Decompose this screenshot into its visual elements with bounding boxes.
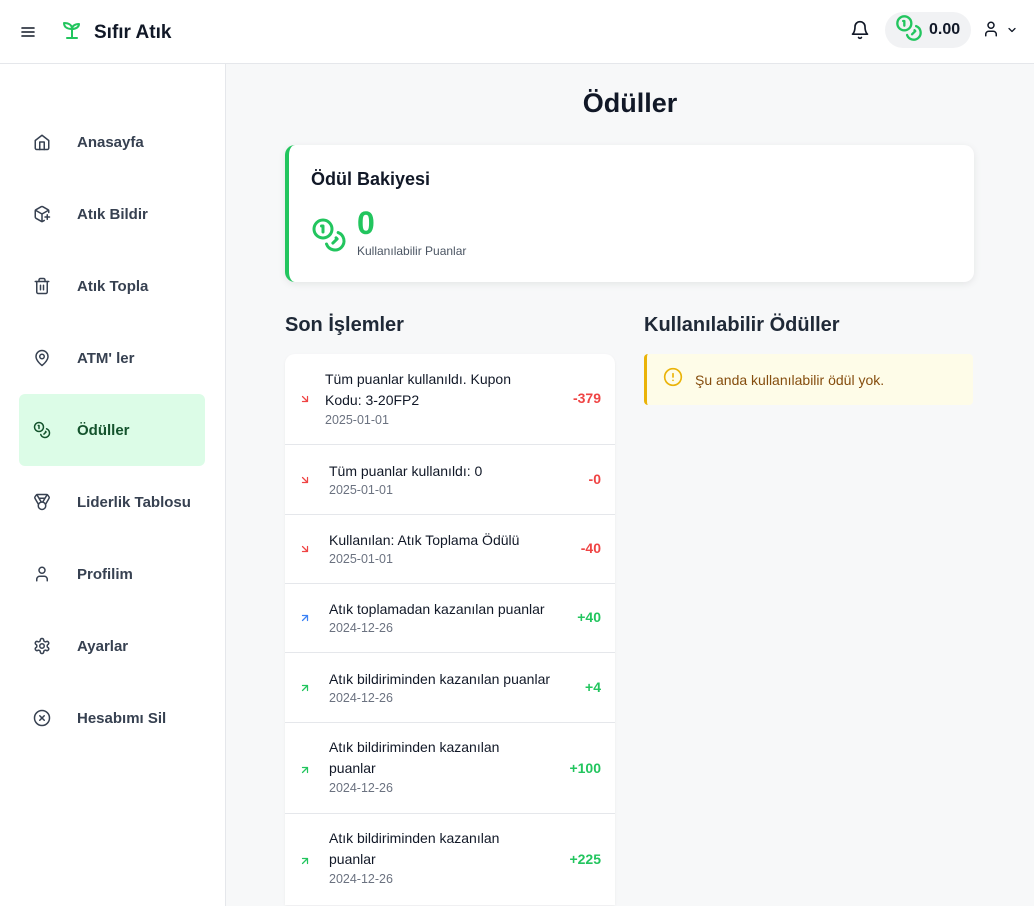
- balance-pill[interactable]: 0.00: [885, 12, 971, 48]
- medal-icon: [33, 493, 51, 511]
- sidebar-item-label: ATM' ler: [77, 349, 135, 367]
- transaction-row: Tüm puanlar kullanıldı: 0 2025-01-01 -0: [285, 445, 615, 515]
- recent-transactions-title: Son İşlemler: [285, 314, 404, 336]
- coins-icon: [33, 421, 51, 439]
- transaction-date: 2024-12-26: [329, 691, 393, 705]
- sidebar-item-collect-waste[interactable]: Atık Topla: [19, 250, 205, 322]
- no-rewards-alert: Şu anda kullanılabilir ödül yok.: [644, 354, 973, 405]
- transaction-date: 2025-01-01: [329, 483, 393, 497]
- sidebar-item-report-waste[interactable]: Atık Bildir: [19, 178, 205, 250]
- transaction-row: Kullanılan: Atık Toplama Ödülü 2025-01-0…: [285, 515, 615, 584]
- transaction-description: Atık toplamadan kazanılan puanlar: [329, 601, 545, 617]
- arrow-down-right-icon: [299, 473, 313, 487]
- menu-icon[interactable]: [18, 22, 38, 42]
- map-pin-icon: [33, 349, 51, 367]
- gear-icon: [33, 637, 51, 655]
- sidebar-item-label: Atık Bildir: [77, 205, 148, 223]
- coins-icon: [311, 217, 347, 258]
- arrow-down-right-icon: [299, 392, 313, 406]
- transaction-row: Atık bildiriminden kazanılan puanlar 202…: [285, 814, 615, 905]
- transaction-date: 2025-01-01: [325, 413, 389, 427]
- transaction-row: Tüm puanlar kullanıldı. Kupon Kodu: 3-20…: [285, 354, 615, 445]
- transaction-amount: +225: [569, 851, 601, 867]
- sidebar-item-label: Liderlik Tablosu: [77, 493, 191, 511]
- sidebar-item-delete-account[interactable]: Hesabımı Sil: [19, 682, 205, 754]
- box-plus-icon: [33, 205, 51, 223]
- sidebar: Anasayfa Atık Bildir Atık Topla ATM' ler…: [0, 64, 226, 906]
- transaction-list: Tüm puanlar kullanıldı. Kupon Kodu: 3-20…: [285, 354, 615, 905]
- sidebar-item-label: Anasayfa: [77, 133, 144, 151]
- sidebar-item-label: Ayarlar: [77, 637, 129, 655]
- user-icon: [33, 565, 51, 583]
- points-caption: Kullanılabilir Puanlar: [357, 244, 467, 258]
- sprout-logo-icon: [60, 18, 84, 47]
- page-title: Ödüller: [582, 88, 678, 118]
- arrow-down-right-icon: [299, 542, 313, 556]
- coins-icon: [895, 14, 923, 47]
- arrow-up-right-icon: [299, 681, 313, 695]
- user-menu[interactable]: [982, 20, 1018, 43]
- transaction-amount: -40: [580, 540, 601, 556]
- sidebar-item-label: Hesabımı Sil: [77, 709, 167, 727]
- alert-circle-icon: [663, 367, 683, 392]
- circle-x-icon: [33, 709, 51, 727]
- arrow-up-right-icon: [299, 763, 313, 777]
- sidebar-item-label: Profilim: [77, 565, 133, 583]
- top-bar: Sıfır Atık 0.00: [0, 0, 1034, 64]
- transaction-amount: -0: [588, 471, 601, 487]
- bell-icon[interactable]: [850, 20, 872, 42]
- trash-icon: [33, 277, 51, 295]
- sidebar-item-label: Ödüller: [77, 421, 130, 439]
- brand[interactable]: Sıfır Atık: [60, 18, 171, 47]
- sidebar-item-label: Atık Topla: [77, 277, 149, 295]
- transaction-date: 2024-12-26: [329, 781, 393, 795]
- sidebar-item-rewards[interactable]: Ödüller: [19, 394, 205, 466]
- transaction-date: 2024-12-26: [329, 872, 393, 886]
- arrow-up-right-icon: [299, 611, 313, 625]
- transaction-row: Atık toplamadan kazanılan puanlar 2024-1…: [285, 584, 615, 653]
- home-icon: [33, 133, 51, 151]
- balance-value: 0.00: [929, 21, 961, 38]
- available-rewards-title: Kullanılabilir Ödüller: [644, 314, 840, 336]
- transaction-amount: -379: [572, 390, 601, 406]
- transaction-amount: +4: [585, 679, 601, 695]
- arrow-up-right-icon: [299, 854, 313, 868]
- transaction-description: Atık bildiriminden kazanılan puanlar: [329, 671, 551, 687]
- transaction-amount: +100: [569, 760, 601, 776]
- transaction-description: Atık bildiriminden kazanılan puanlar: [329, 739, 500, 776]
- points-value: 0: [357, 205, 375, 241]
- sidebar-item-settings[interactable]: Ayarlar: [19, 610, 205, 682]
- reward-balance-card: Ödül Bakiyesi 0 Kullanılabilir Puanlar: [285, 145, 974, 282]
- transaction-description: Tüm puanlar kullanıldı. Kupon Kodu: 3-20…: [325, 371, 511, 408]
- transaction-amount: +40: [577, 609, 601, 625]
- transaction-description: Atık bildiriminden kazanılan puanlar: [329, 830, 500, 867]
- transaction-date: 2025-01-01: [329, 552, 393, 566]
- sidebar-item-atms[interactable]: ATM' ler: [19, 322, 205, 394]
- sidebar-item-profile[interactable]: Profilim: [19, 538, 205, 610]
- sidebar-item-home[interactable]: Anasayfa: [19, 106, 205, 178]
- sidebar-item-leaderboard[interactable]: Liderlik Tablosu: [19, 466, 205, 538]
- transaction-date: 2024-12-26: [329, 621, 393, 635]
- transaction-row: Atık bildiriminden kazanılan puanlar 202…: [285, 653, 615, 723]
- user-icon: [982, 20, 1000, 43]
- alert-message: Şu anda kullanılabilir ödül yok.: [695, 371, 885, 388]
- balance-card-title: Ödül Bakiyesi: [311, 169, 431, 189]
- transaction-description: Kullanılan: Atık Toplama Ödülü: [329, 532, 520, 548]
- brand-title: Sıfır Atık: [94, 21, 172, 43]
- transaction-description: Tüm puanlar kullanıldı: 0: [329, 463, 483, 479]
- chevron-down-icon: [1006, 23, 1018, 41]
- transaction-row: Atık bildiriminden kazanılan puanlar 202…: [285, 723, 615, 814]
